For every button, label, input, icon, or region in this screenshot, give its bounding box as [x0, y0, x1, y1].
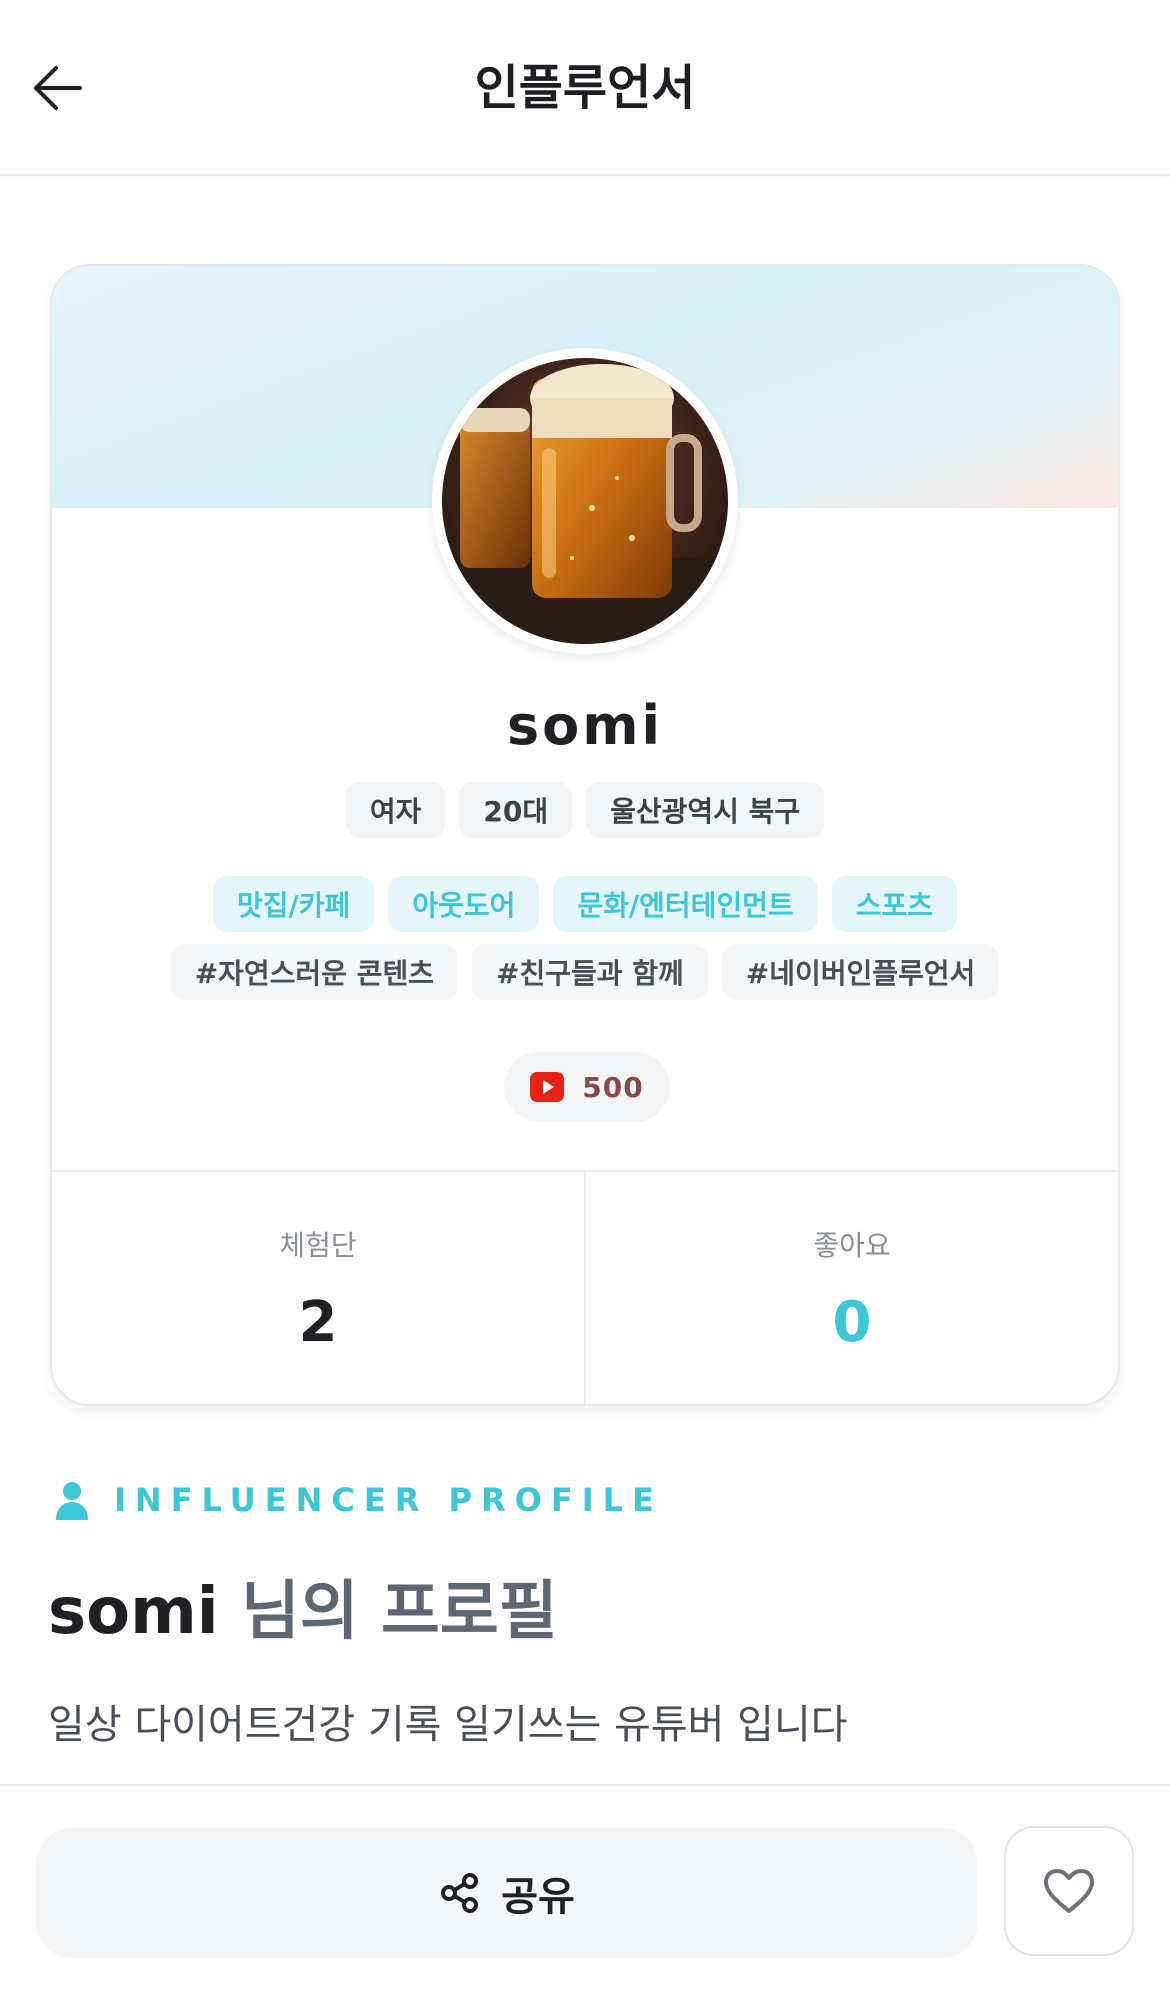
top-app-bar: 인플루언서: [0, 0, 1170, 176]
category-chip: 문화/엔터테인먼트: [553, 876, 818, 932]
stat-value: 0: [832, 1290, 872, 1355]
bottom-action-bar: 공유: [0, 1784, 1170, 1992]
section-eyebrow: INFLUENCER PROFILE: [54, 1480, 663, 1520]
region-chip: 울산광역시 북구: [586, 782, 825, 838]
youtube-count: 500: [582, 1070, 644, 1104]
like-button[interactable]: [1004, 1826, 1134, 1956]
category-chip: 아웃도어: [388, 876, 540, 932]
profile-card: somi 여자 20대 울산광역시 북구 맛집/카페 아웃도어 문화/엔터테인먼…: [50, 264, 1120, 1406]
hashtag-chip: #친구들과 함께: [471, 944, 708, 1000]
youtube-icon: [530, 1072, 565, 1102]
eyebrow-label: INFLUENCER PROFILE: [114, 1481, 663, 1519]
profile-heading: somi 님의 프로필: [48, 1560, 558, 1652]
stat-value: 2: [298, 1290, 338, 1355]
influencer-name: somi: [506, 694, 664, 757]
stat-campaigns: 체험단 2: [52, 1172, 584, 1404]
profile-heading-name: somi: [48, 1575, 219, 1649]
share-label: 공유: [501, 1874, 575, 1920]
category-chip: 맛집/카페: [213, 876, 375, 932]
hashtag-chips: #자연스러운 콘텐츠 #친구들과 함께 #네이버인플루언서: [52, 944, 1118, 1000]
hashtag-chip: #자연스러운 콘텐츠: [170, 944, 458, 1000]
profile-heading-suffix: 님의 프로필: [218, 1575, 558, 1649]
stats-row: 체험단 2 좋아요 0: [52, 1170, 1118, 1404]
stat-likes: 좋아요 0: [584, 1172, 1118, 1404]
avatar: [432, 348, 738, 654]
stat-label: 체험단: [279, 1229, 357, 1262]
category-chip: 스포츠: [831, 876, 957, 932]
avatar-photo: [442, 358, 728, 644]
youtube-subscriber-pill[interactable]: 500: [504, 1052, 670, 1122]
person-icon: [56, 1482, 88, 1520]
category-chips: 맛집/카페 아웃도어 문화/엔터테인먼트 스포츠: [52, 876, 1118, 932]
heart-icon: [1044, 1869, 1094, 1913]
page-title: 인플루언서: [474, 60, 696, 116]
share-icon: [441, 1873, 479, 1913]
hashtag-chip: #네이버인플루언서: [721, 944, 1000, 1000]
share-button[interactable]: 공유: [36, 1828, 978, 1958]
gender-chip: 여자: [345, 782, 446, 838]
stat-label: 좋아요: [813, 1229, 891, 1262]
profile-bio: 일상 다이어트건강 기록 일기쓰는 유튜버 입니다: [48, 1702, 848, 1748]
info-chips: 여자 20대 울산광역시 북구: [52, 782, 1118, 838]
age-chip: 20대: [459, 782, 573, 838]
